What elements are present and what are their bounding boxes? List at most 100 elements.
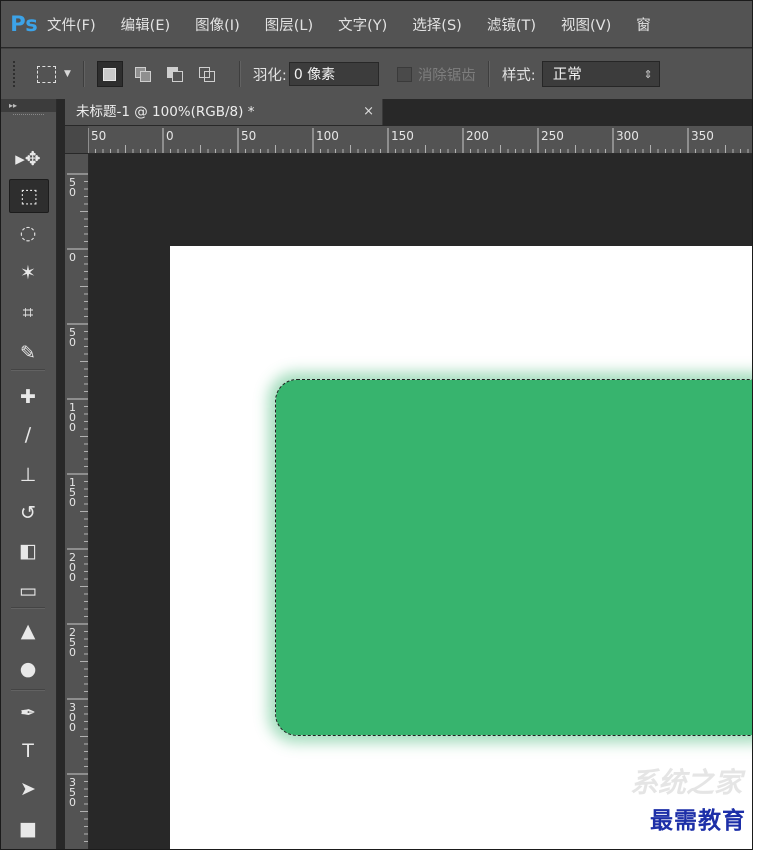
feather-input[interactable]: 0 像素 — [288, 62, 379, 86]
panel-collapse-button[interactable]: ▸▸ — [1, 99, 56, 112]
ps-logo: Ps — [10, 12, 38, 36]
subtract-selection-icon — [166, 67, 183, 82]
move-tool[interactable]: ▸✥ — [9, 143, 47, 175]
menu-edit[interactable]: 编辑(E) — [121, 14, 170, 35]
lasso-icon: ◌ — [19, 222, 37, 244]
horizontal-ruler-ticks: 50 0 50 100 150 200 250 300 350 — [88, 128, 749, 153]
subtract-from-selection-button[interactable] — [163, 62, 187, 86]
tool-divider — [11, 607, 45, 609]
healing-brush-icon: ✚ — [20, 386, 36, 408]
menu-view[interactable]: 视图(V) — [561, 14, 611, 35]
menu-file[interactable]: 文件(F) — [47, 14, 96, 35]
intersect-selection-icon — [198, 67, 215, 82]
healing-brush-tool[interactable]: ✚ — [9, 381, 47, 413]
panel-grip[interactable] — [13, 114, 44, 125]
style-label: 样式: — [501, 67, 536, 84]
menu-bar: Ps 文件(F) 编辑(E) 图像(I) 图层(L) 文字(Y) 选择(S) 滤… — [1, 1, 752, 47]
ruler-origin[interactable] — [65, 126, 89, 153]
ruler-label: 50 — [241, 129, 256, 143]
dodge-tool[interactable]: ● — [9, 653, 47, 685]
clone-stamp-tool[interactable]: ⊥ — [9, 459, 47, 491]
tools-panel: ▸▸ ▸✥ ⬚ ◌ ✶ ⌗ ✎ ✚ ∕ ⊥ ↺ ◧ ▭ ▲ ● ✒ T ➤ ■ — [1, 99, 57, 849]
menu-filter[interactable]: 滤镜(T) — [487, 14, 536, 35]
ruler-label: 0 — [69, 251, 76, 264]
antialias-checkbox[interactable] — [396, 66, 412, 82]
intersect-selection-button[interactable] — [195, 62, 219, 86]
pen-tool[interactable]: ✒ — [9, 697, 47, 729]
crop-tool[interactable]: ⌗ — [9, 297, 47, 329]
style-select-value: 正常 — [552, 67, 582, 83]
lasso-tool[interactable]: ◌ — [9, 217, 47, 249]
brush-tool[interactable]: ∕ — [9, 419, 47, 451]
tool-preset-picker[interactable]: ▼ — [37, 65, 71, 83]
new-selection-icon — [103, 67, 117, 81]
chevron-down-icon: ▼ — [64, 69, 71, 79]
tool-divider — [11, 689, 45, 691]
add-to-selection-button[interactable] — [131, 62, 155, 86]
add-selection-icon — [134, 67, 151, 82]
selection-marquee — [275, 379, 752, 736]
history-brush-icon: ↺ — [20, 502, 36, 524]
ruler-label: 300 — [616, 129, 639, 143]
type-tool[interactable]: T — [9, 735, 47, 767]
divider — [82, 61, 85, 87]
ruler-label: 100 — [316, 129, 339, 143]
magic-wand-tool[interactable]: ✶ — [9, 257, 47, 289]
magic-wand-icon: ✶ — [20, 262, 36, 284]
menu-type[interactable]: 文字(Y) — [338, 14, 387, 35]
brand-watermark: 最需教育 — [650, 807, 746, 834]
feather-label: 羽化: — [252, 67, 287, 84]
document-canvas[interactable]: 系统之家 最需教育 — [170, 246, 752, 849]
gradient-tool[interactable]: ▭ — [9, 575, 47, 607]
path-selection-tool[interactable]: ➤ — [9, 773, 47, 805]
ruler-label: 0 — [69, 796, 76, 809]
document-tab-title: 未标题-1 @ 100%(RGB/8) * — [76, 104, 255, 120]
document-tab[interactable]: 未标题-1 @ 100%(RGB/8) * × — [65, 99, 383, 125]
clone-stamp-icon: ⊥ — [19, 464, 37, 486]
marquee-tool[interactable]: ⬚ — [9, 179, 49, 213]
ruler-label: 0 — [166, 129, 174, 143]
eyedropper-icon: ✎ — [20, 342, 36, 364]
tool-divider — [11, 369, 45, 371]
photoshop-window: Ps 文件(F) 编辑(E) 图像(I) 图层(L) 文字(Y) 选择(S) 滤… — [0, 0, 753, 850]
gradient-icon: ▭ — [19, 580, 37, 602]
ruler-label: 0 — [69, 721, 76, 734]
horizontal-ruler[interactable]: 50 0 50 100 150 200 250 300 350 — [88, 126, 752, 154]
path-selection-icon: ➤ — [20, 778, 36, 800]
eyedropper-tool[interactable]: ✎ — [9, 337, 47, 369]
new-selection-button[interactable] — [96, 61, 123, 87]
eraser-icon: ◧ — [19, 540, 37, 562]
move-icon: ▸✥ — [15, 148, 41, 170]
ruler-label: 0 — [69, 496, 76, 509]
dodge-icon: ● — [19, 658, 37, 680]
pen-icon: ✒ — [20, 702, 36, 724]
ruler-label: 0 — [69, 336, 76, 349]
ruler-label: 250 — [541, 129, 564, 143]
antialias-label: 消除锯齿 — [417, 67, 476, 84]
marquee-icon: ⬚ — [20, 185, 38, 207]
menu-layer[interactable]: 图层(L) — [265, 14, 313, 35]
brush-icon: ∕ — [24, 424, 32, 446]
menu-window[interactable]: 窗 — [636, 14, 651, 35]
site-watermark: 系统之家 — [629, 766, 742, 799]
menu-select[interactable]: 选择(S) — [412, 14, 462, 35]
history-brush-tool[interactable]: ↺ — [9, 497, 47, 529]
ruler-label: 350 — [691, 129, 714, 143]
style-select[interactable]: 正常 ⇕ — [541, 61, 660, 87]
canvas-viewport[interactable]: 系统之家 最需教育 — [89, 155, 752, 849]
eraser-tool[interactable]: ◧ — [9, 535, 47, 567]
divider — [487, 61, 490, 87]
ruler-label: 150 — [391, 129, 414, 143]
rectangle-tool[interactable]: ■ — [9, 813, 47, 845]
close-icon[interactable]: × — [363, 99, 374, 125]
ruler-label: 50 — [91, 129, 106, 143]
crop-icon: ⌗ — [22, 302, 34, 324]
blur-icon: ▲ — [20, 620, 36, 642]
divider — [238, 61, 241, 87]
options-grip[interactable] — [13, 61, 21, 87]
menu-image[interactable]: 图像(I) — [195, 14, 240, 35]
rect-marquee-icon — [37, 65, 56, 83]
vertical-ruler[interactable]: 50050100150200250300350 — [65, 154, 89, 849]
blur-tool[interactable]: ▲ — [9, 615, 47, 647]
ruler-label: 0 — [69, 186, 76, 199]
